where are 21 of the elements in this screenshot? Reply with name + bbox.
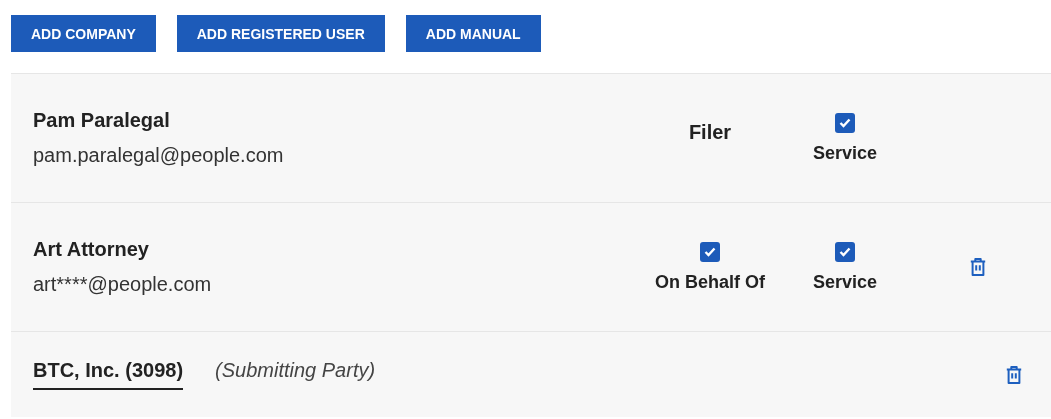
- person-name: Art Attorney: [33, 238, 149, 261]
- person-email: pam.paralegal@people.com: [33, 144, 284, 167]
- checkbox[interactable]: [835, 112, 855, 133]
- person-name: Pam Paralegal: [33, 109, 170, 132]
- check-icon: [839, 246, 851, 257]
- company-link[interactable]: BTC, Inc. (3098): [33, 359, 184, 390]
- add-button[interactable]: ADD MANUAL: [405, 15, 541, 52]
- checkbox[interactable]: [835, 241, 855, 262]
- delete-icon[interactable]: [1005, 364, 1023, 385]
- check-icon: [704, 246, 716, 257]
- party-role-note: (Submitting Party): [215, 359, 377, 383]
- checkbox[interactable]: [700, 241, 720, 262]
- add-button[interactable]: ADD REGISTERED USER: [176, 15, 385, 52]
- role-label: Service: [812, 142, 878, 164]
- add-button[interactable]: ADD COMPANY: [11, 15, 156, 52]
- delete-icon[interactable]: [969, 257, 987, 277]
- person-email: art****@people.com: [33, 273, 212, 296]
- role-label: Service: [812, 271, 878, 293]
- role-label: On Behalf Of: [655, 271, 765, 293]
- role-label: Filer: [688, 120, 732, 144]
- check-icon: [839, 117, 851, 128]
